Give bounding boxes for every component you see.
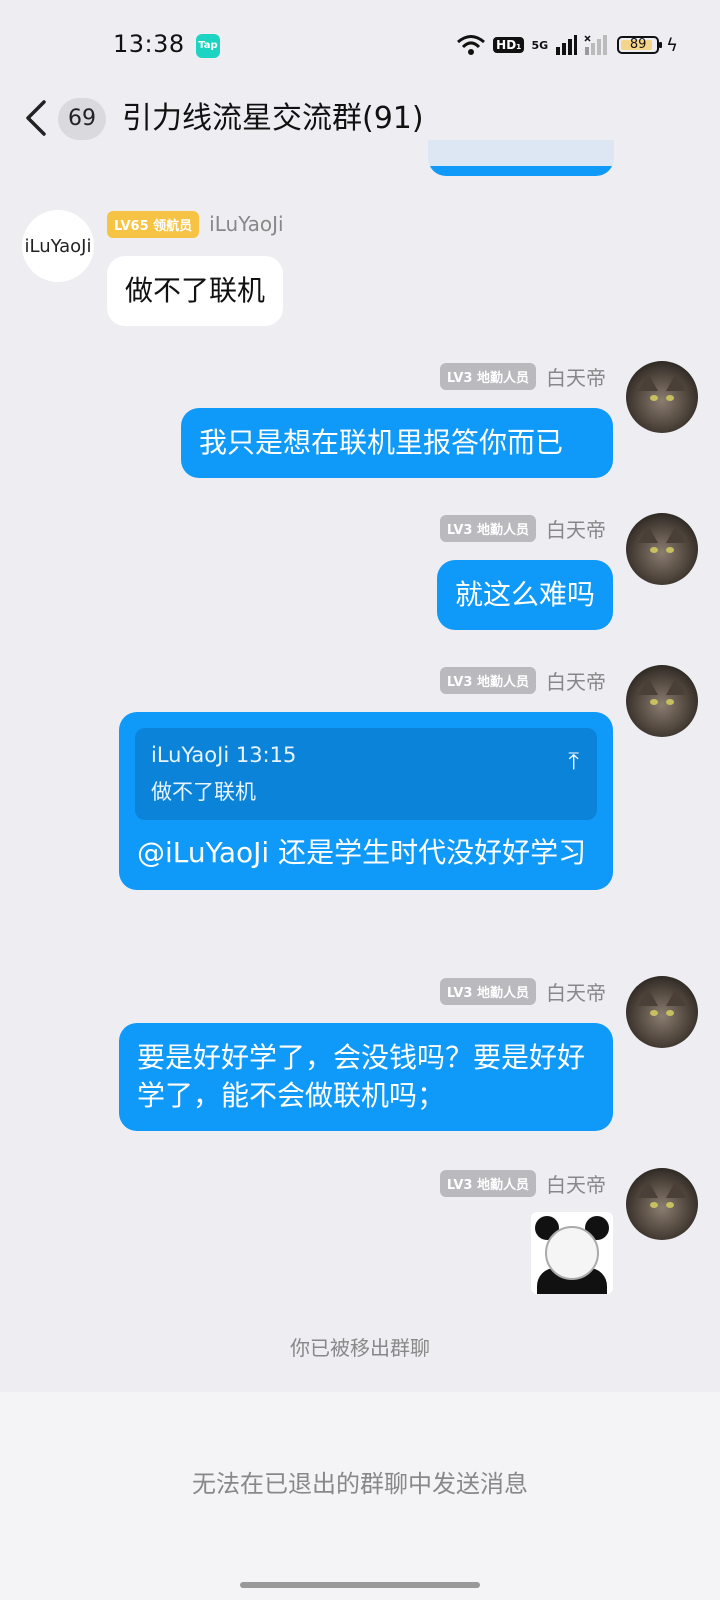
battery-level: 89 [629, 37, 647, 52]
unread-count-badge[interactable]: 69 [58, 98, 106, 140]
message-bubble[interactable]: 做不了联机 [107, 256, 284, 326]
level-badge: LV3 地勤人员 [439, 977, 536, 1005]
message-text: @iLuYaoJi 还是学生时代没好好学习 [137, 836, 587, 869]
quote-header: iLuYaoJi 13:15 [151, 743, 297, 767]
home-indicator[interactable] [240, 1582, 480, 1588]
sender-name[interactable]: 白天帝 [546, 362, 606, 391]
input-disabled-footer: 无法在已退出的群聊中发送消息 [0, 1392, 720, 1600]
message-meta: LV3 地勤人员 白天帝 [439, 514, 606, 543]
jump-to-quote-icon[interactable]: ⤒ [568, 742, 579, 780]
message-meta: LV3 地勤人员 白天帝 [439, 1169, 606, 1198]
message-meta: LV3 地勤人员 白天帝 [439, 362, 606, 391]
status-bar: 13:38 Tap HD₁ 5G 89 ϟ [0, 0, 720, 90]
avatar-cat[interactable] [626, 665, 698, 737]
tap-app-icon: Tap [196, 34, 220, 58]
hd-icon: HD₁ [493, 37, 525, 53]
signal-5g-icon: 5G [531, 38, 549, 52]
message-bubble[interactable]: 要是好好学了，会没钱吗？要是好好学了，能不会做联机吗； [119, 1023, 613, 1131]
sender-name[interactable]: 白天帝 [546, 666, 606, 695]
sender-name[interactable]: 白天帝 [546, 977, 606, 1006]
quote-body: 做不了联机 [151, 780, 256, 804]
signal-bars-empty-icon [584, 35, 608, 55]
status-time: 13:38 [113, 30, 185, 58]
level-badge: LV65 领航员 [107, 210, 200, 238]
message-meta: LV3 地勤人员 白天帝 [439, 666, 606, 695]
avatar-cat[interactable] [626, 513, 698, 585]
status-icons: HD₁ 5G 89 ϟ [456, 30, 678, 60]
avatar-iluyaoji[interactable]: iLuYaoJi [22, 210, 94, 282]
level-badge: LV3 地勤人员 [439, 362, 536, 390]
sender-name[interactable]: 白天帝 [546, 514, 606, 543]
message-bubble[interactable]: 我只是想在联机里报答你而已 [181, 408, 613, 478]
avatar-cat[interactable] [626, 976, 698, 1048]
sender-name[interactable]: 白天帝 [546, 1169, 606, 1198]
avatar-cat[interactable] [626, 361, 698, 433]
level-badge: LV3 地勤人员 [439, 514, 536, 542]
avatar-cat[interactable] [626, 1168, 698, 1240]
message-bubble[interactable]: 就这么难吗 [436, 560, 613, 630]
charging-icon: ϟ [666, 34, 678, 56]
battery-icon: 89 [617, 36, 663, 54]
level-badge: LV3 地勤人员 [439, 666, 536, 694]
back-arrow-icon[interactable] [22, 98, 52, 138]
system-notice: 你已被移出群聊 [290, 1336, 430, 1360]
footer-notice: 无法在已退出的群聊中发送消息 [192, 1470, 528, 1498]
quoted-message[interactable]: iLuYaoJi 13:15 做不了联机 ⤒ [135, 728, 597, 820]
group-title[interactable]: 引力线流星交流群(91) [122, 98, 424, 140]
message-bubble-with-quote[interactable]: iLuYaoJi 13:15 做不了联机 ⤒ @iLuYaoJi 还是学生时代没… [119, 712, 613, 890]
message-meta: LV3 地勤人员 白天帝 [439, 977, 606, 1006]
panda-sticker-image[interactable] [531, 1212, 613, 1294]
sender-name[interactable]: iLuYaoJi [209, 212, 283, 236]
message-meta: LV65 领航员 iLuYaoJi [107, 210, 284, 238]
chat-header: 69 引力线流星交流群(91) [0, 90, 720, 166]
level-badge: LV3 地勤人员 [439, 1169, 536, 1197]
signal-bars-icon [556, 35, 578, 55]
wifi-icon [457, 35, 486, 55]
avatar-logo-text: iLuYaoJi [24, 235, 92, 257]
